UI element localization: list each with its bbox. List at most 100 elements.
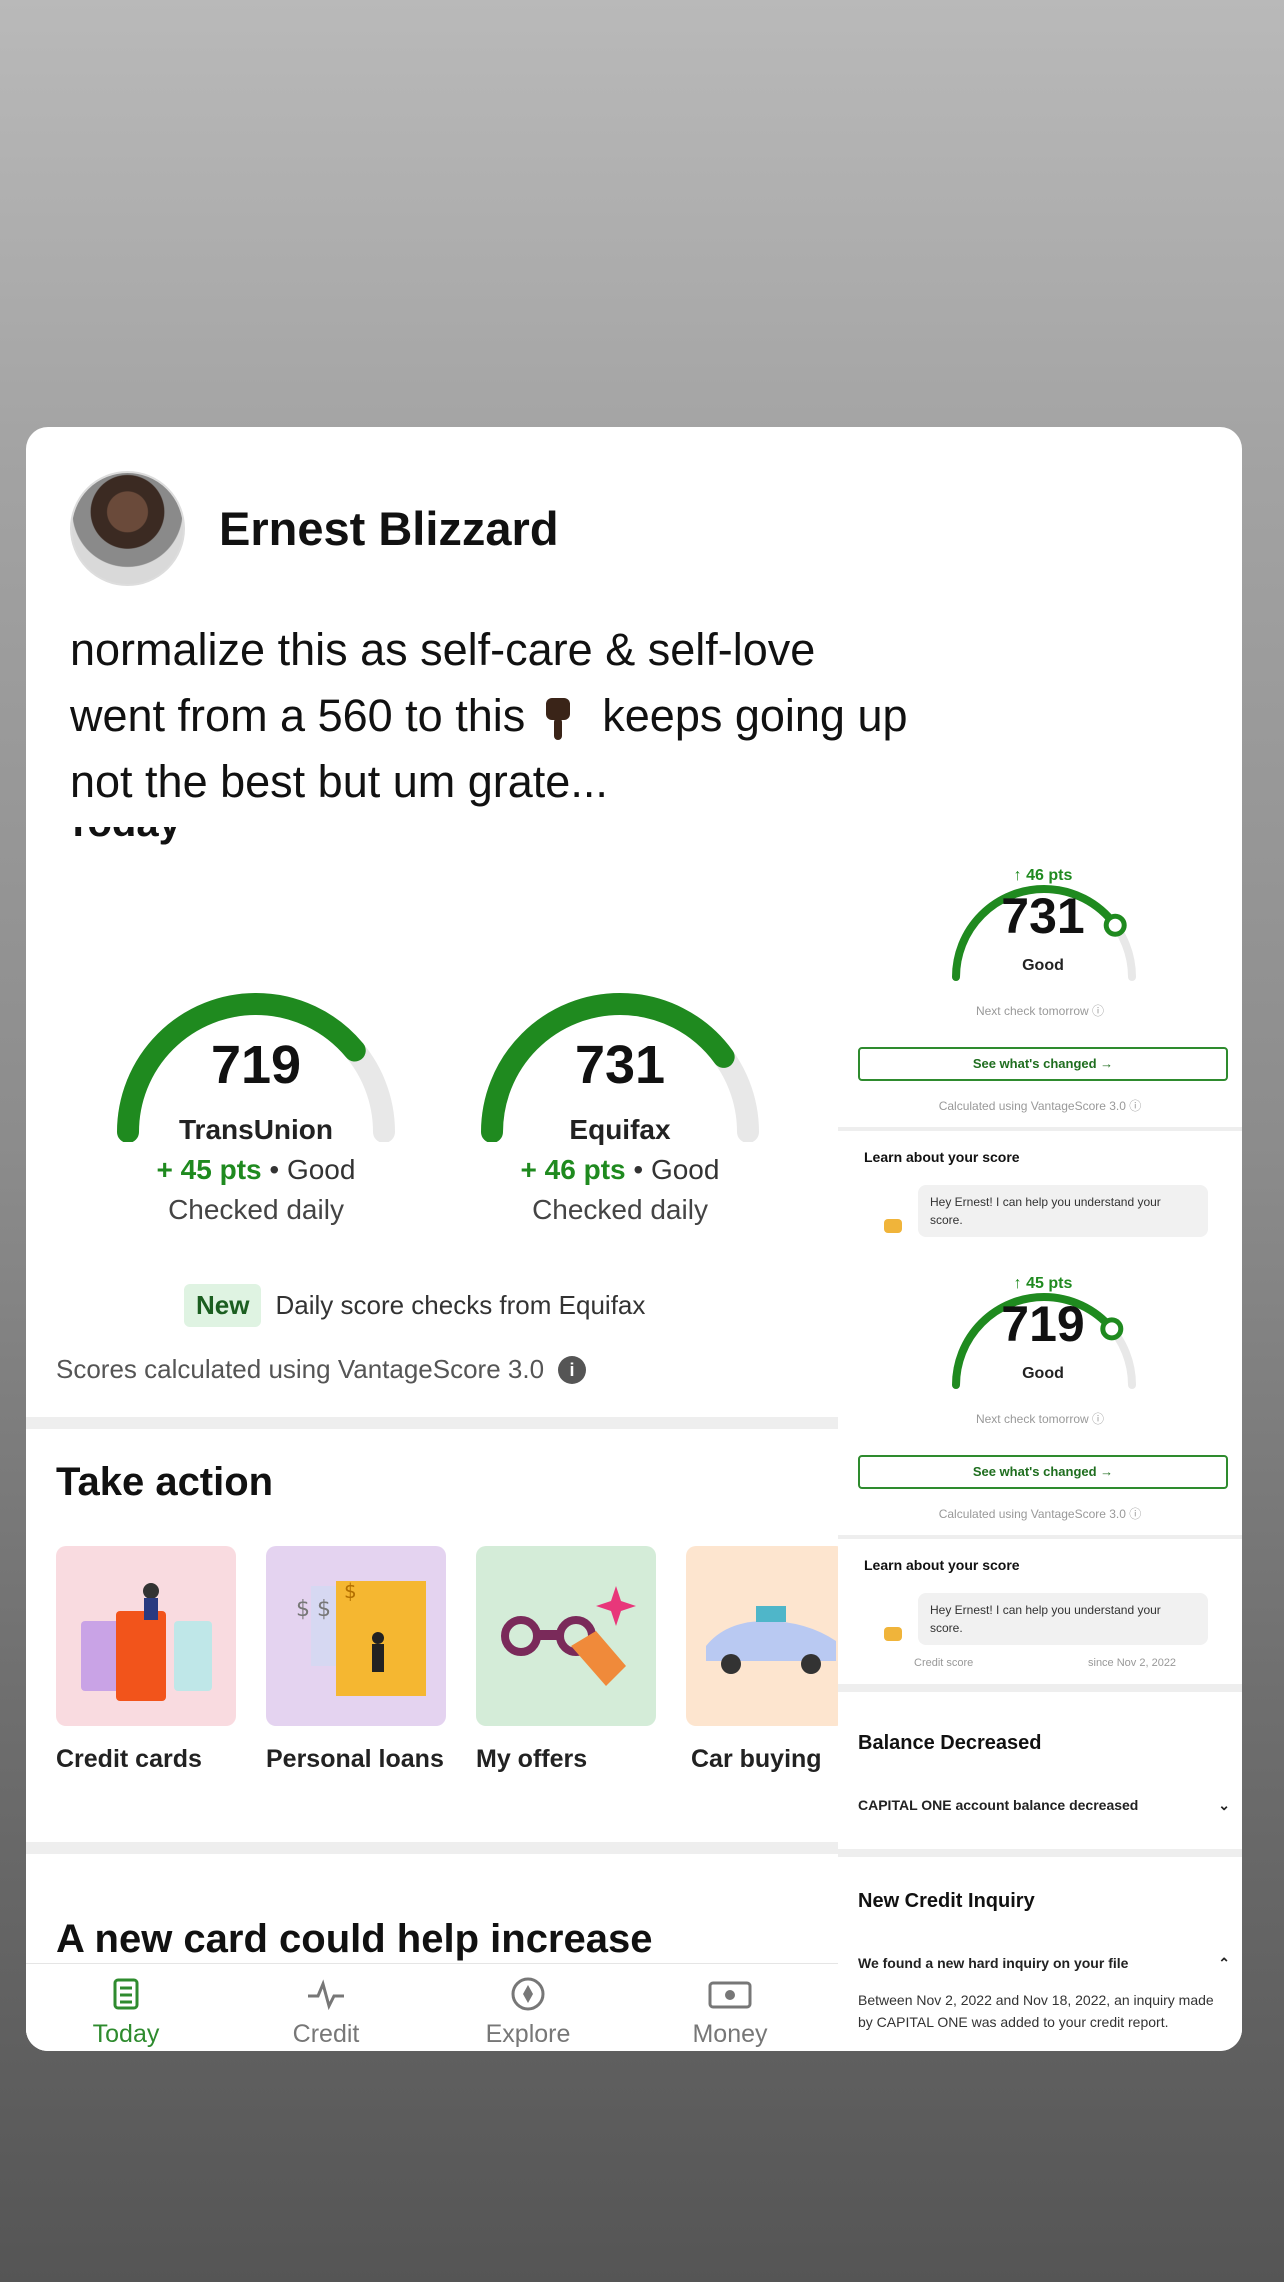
- chat-avatar-icon: [884, 1627, 902, 1641]
- pointing-down-icon: [545, 698, 570, 741]
- divider: [838, 1127, 1242, 1131]
- credit-cards-label: Credit cards: [56, 1745, 202, 1773]
- binoculars-illustration-icon: [501, 1586, 636, 1686]
- inquiry-title: New Credit Inquiry: [858, 1890, 1035, 1912]
- see-whats-changed-button[interactable]: See what's changed →: [858, 1047, 1228, 1081]
- mini-score: 731: [1001, 888, 1085, 944]
- chat-bubble[interactable]: Hey Ernest! I can help you understand yo…: [918, 1593, 1208, 1645]
- car-buying-label: Car buying: [691, 1745, 822, 1773]
- avatar[interactable]: [70, 471, 185, 586]
- mini-pts: ↑ 46 pts: [1013, 867, 1073, 884]
- new-feature-text: Daily score checks from Equifax: [275, 1290, 646, 1320]
- nav-explore-label: Explore: [485, 2020, 571, 2048]
- credit-card-illustration-icon: [81, 1583, 212, 1701]
- author-name[interactable]: Ernest Blizzard: [219, 501, 559, 556]
- info-icon[interactable]: i: [558, 1355, 587, 1384]
- since-date-small: since Nov 2, 2022: [1088, 1657, 1177, 1669]
- nav-money[interactable]: Money: [660, 1974, 800, 2049]
- car-illustration-icon: [706, 1606, 836, 1674]
- transunion-label: TransUnion: [178, 1114, 333, 1145]
- caption-line-2b-text: keeps going up: [602, 690, 908, 741]
- scores-calc-text: Scores calculated using VantageScore 3.0: [56, 1354, 545, 1384]
- divider: [838, 1849, 1242, 1857]
- nav-money-label: Money: [692, 2020, 768, 2048]
- new-card-heading: A new card could help increase: [56, 1917, 653, 1961]
- nav-explore[interactable]: Explore: [458, 1974, 598, 2049]
- credit-cards-tile[interactable]: [56, 1546, 236, 1726]
- car-buying-tile[interactable]: [686, 1546, 838, 1726]
- personal-loans-tile[interactable]: $ $ $: [266, 1546, 446, 1726]
- equifax-score: 731: [574, 1035, 666, 1095]
- chat-bubble[interactable]: Hey Ernest! I can help you understand yo…: [918, 1185, 1208, 1237]
- post-header: Ernest Blizzard: [70, 471, 559, 586]
- credit-app-screenshot: Today 719 TransUnion + 45 pts • Good Che…: [26, 827, 838, 2051]
- divider: [26, 1842, 838, 1854]
- nav-today[interactable]: Today: [56, 1974, 196, 2049]
- inquiry-body: Between Nov 2, 2022 and Nov 18, 2022, an…: [858, 1992, 1214, 2030]
- scores-calc-note: Scores calculated using VantageScore 3.0…: [56, 1354, 587, 1385]
- transunion-checked: Checked daily: [168, 1194, 344, 1225]
- bottom-nav: Today Credit Explore Money: [26, 1963, 838, 2051]
- nav-today-label: Today: [92, 2020, 160, 2048]
- money-icon: [708, 1981, 752, 2009]
- next-check: Next check tomorrow ⓘ: [975, 1412, 1105, 1426]
- calc-note: Calculated using VantageScore 3.0 ⓘ: [938, 1099, 1142, 1113]
- equifax-change: + 46 pts • Good: [470, 1154, 770, 1186]
- inquiry-row[interactable]: We found a new hard inquiry on your file…: [858, 1955, 1230, 1972]
- caption-line-3: not the best but um grate...: [70, 756, 608, 807]
- equifax-rating: • Good: [633, 1154, 720, 1185]
- learn-heading: Learn about your score: [864, 1149, 1020, 1165]
- transunion-change: + 45 pts • Good: [106, 1154, 406, 1186]
- caption-line-2-text: went from a 560 to this: [70, 690, 526, 741]
- new-feature-row[interactable]: New Daily score checks from Equifax: [184, 1284, 645, 1327]
- divider: [26, 1417, 838, 1429]
- post-card: Ernest Blizzard normalize this as self-c…: [26, 427, 1242, 2051]
- divider: [838, 1535, 1242, 1539]
- loan-illustration-icon: $ $ $: [296, 1579, 426, 1696]
- post-caption: normalize this as self-care & self-love …: [70, 617, 908, 815]
- take-action-heading: Take action: [56, 1460, 274, 1504]
- mini-gauge-719: ↑ 45 pts 719 Good: [938, 1245, 1148, 1395]
- mini-rating: Good: [1022, 957, 1064, 974]
- caption-line-1: normalize this as self-care & self-love: [70, 624, 816, 675]
- transunion-pts: + 45 pts: [156, 1154, 262, 1185]
- see-whats-changed-button[interactable]: See what's changed →: [858, 1455, 1228, 1489]
- learn-heading: Learn about your score: [864, 1557, 1020, 1573]
- balance-title: Balance Decreased: [858, 1732, 1042, 1754]
- chevron-down-icon[interactable]: ⌄: [1218, 1797, 1230, 1814]
- nav-credit-label: Credit: [292, 2020, 360, 2048]
- calc-note: Calculated using VantageScore 3.0 ⓘ: [938, 1507, 1142, 1521]
- equifax-checked: Checked daily: [532, 1194, 708, 1225]
- transunion-score: 719: [210, 1035, 302, 1095]
- equifax-pts: + 46 pts: [520, 1154, 626, 1185]
- compass-icon: [511, 1977, 545, 2011]
- gauge-transunion: 719 TransUnion + 45 pts • Good Checked d…: [106, 942, 406, 1232]
- mini-pts: ↑ 45 pts: [1013, 1275, 1073, 1292]
- caption-line-2: went from a 560 to this keeps going up: [70, 683, 908, 749]
- nav-credit[interactable]: Credit: [256, 1974, 396, 2049]
- my-offers-tile[interactable]: [476, 1546, 656, 1726]
- balance-row[interactable]: CAPITAL ONE account balance decreased ⌄: [858, 1797, 1230, 1814]
- today-heading: Today: [66, 827, 181, 846]
- balance-line: CAPITAL ONE account balance decreased: [858, 1797, 1139, 1813]
- mini-gauge-731: ↑ 46 pts 731 Good: [938, 837, 1148, 987]
- gauge-equifax: 731 Equifax + 46 pts • Good Checked dail…: [470, 942, 770, 1232]
- score-detail-screenshots: ↑ 46 pts 731 Good Next check tomorrow ⓘ …: [838, 827, 1242, 2051]
- svg-text:$ $: $ $: [296, 1597, 331, 1622]
- mini-rating: Good: [1022, 1365, 1064, 1382]
- svg-text:$: $: [344, 1579, 357, 1603]
- divider: [838, 1684, 1242, 1692]
- personal-loans-label: Personal loans: [266, 1745, 444, 1773]
- mini-score: 719: [1001, 1296, 1085, 1352]
- transunion-rating: • Good: [269, 1154, 356, 1185]
- my-offers-label: My offers: [476, 1745, 588, 1773]
- credit-score-small: Credit score: [914, 1657, 974, 1669]
- chevron-up-icon[interactable]: ⌃: [1218, 1955, 1230, 1972]
- next-check: Next check tomorrow ⓘ: [975, 1004, 1105, 1018]
- equifax-label: Equifax: [569, 1114, 671, 1145]
- chat-avatar-icon: [884, 1219, 902, 1233]
- today-icon: [113, 1978, 139, 2010]
- inquiry-line: We found a new hard inquiry on your file: [858, 1955, 1129, 1971]
- pulse-icon: [308, 1979, 344, 2011]
- new-badge: New: [184, 1284, 262, 1327]
